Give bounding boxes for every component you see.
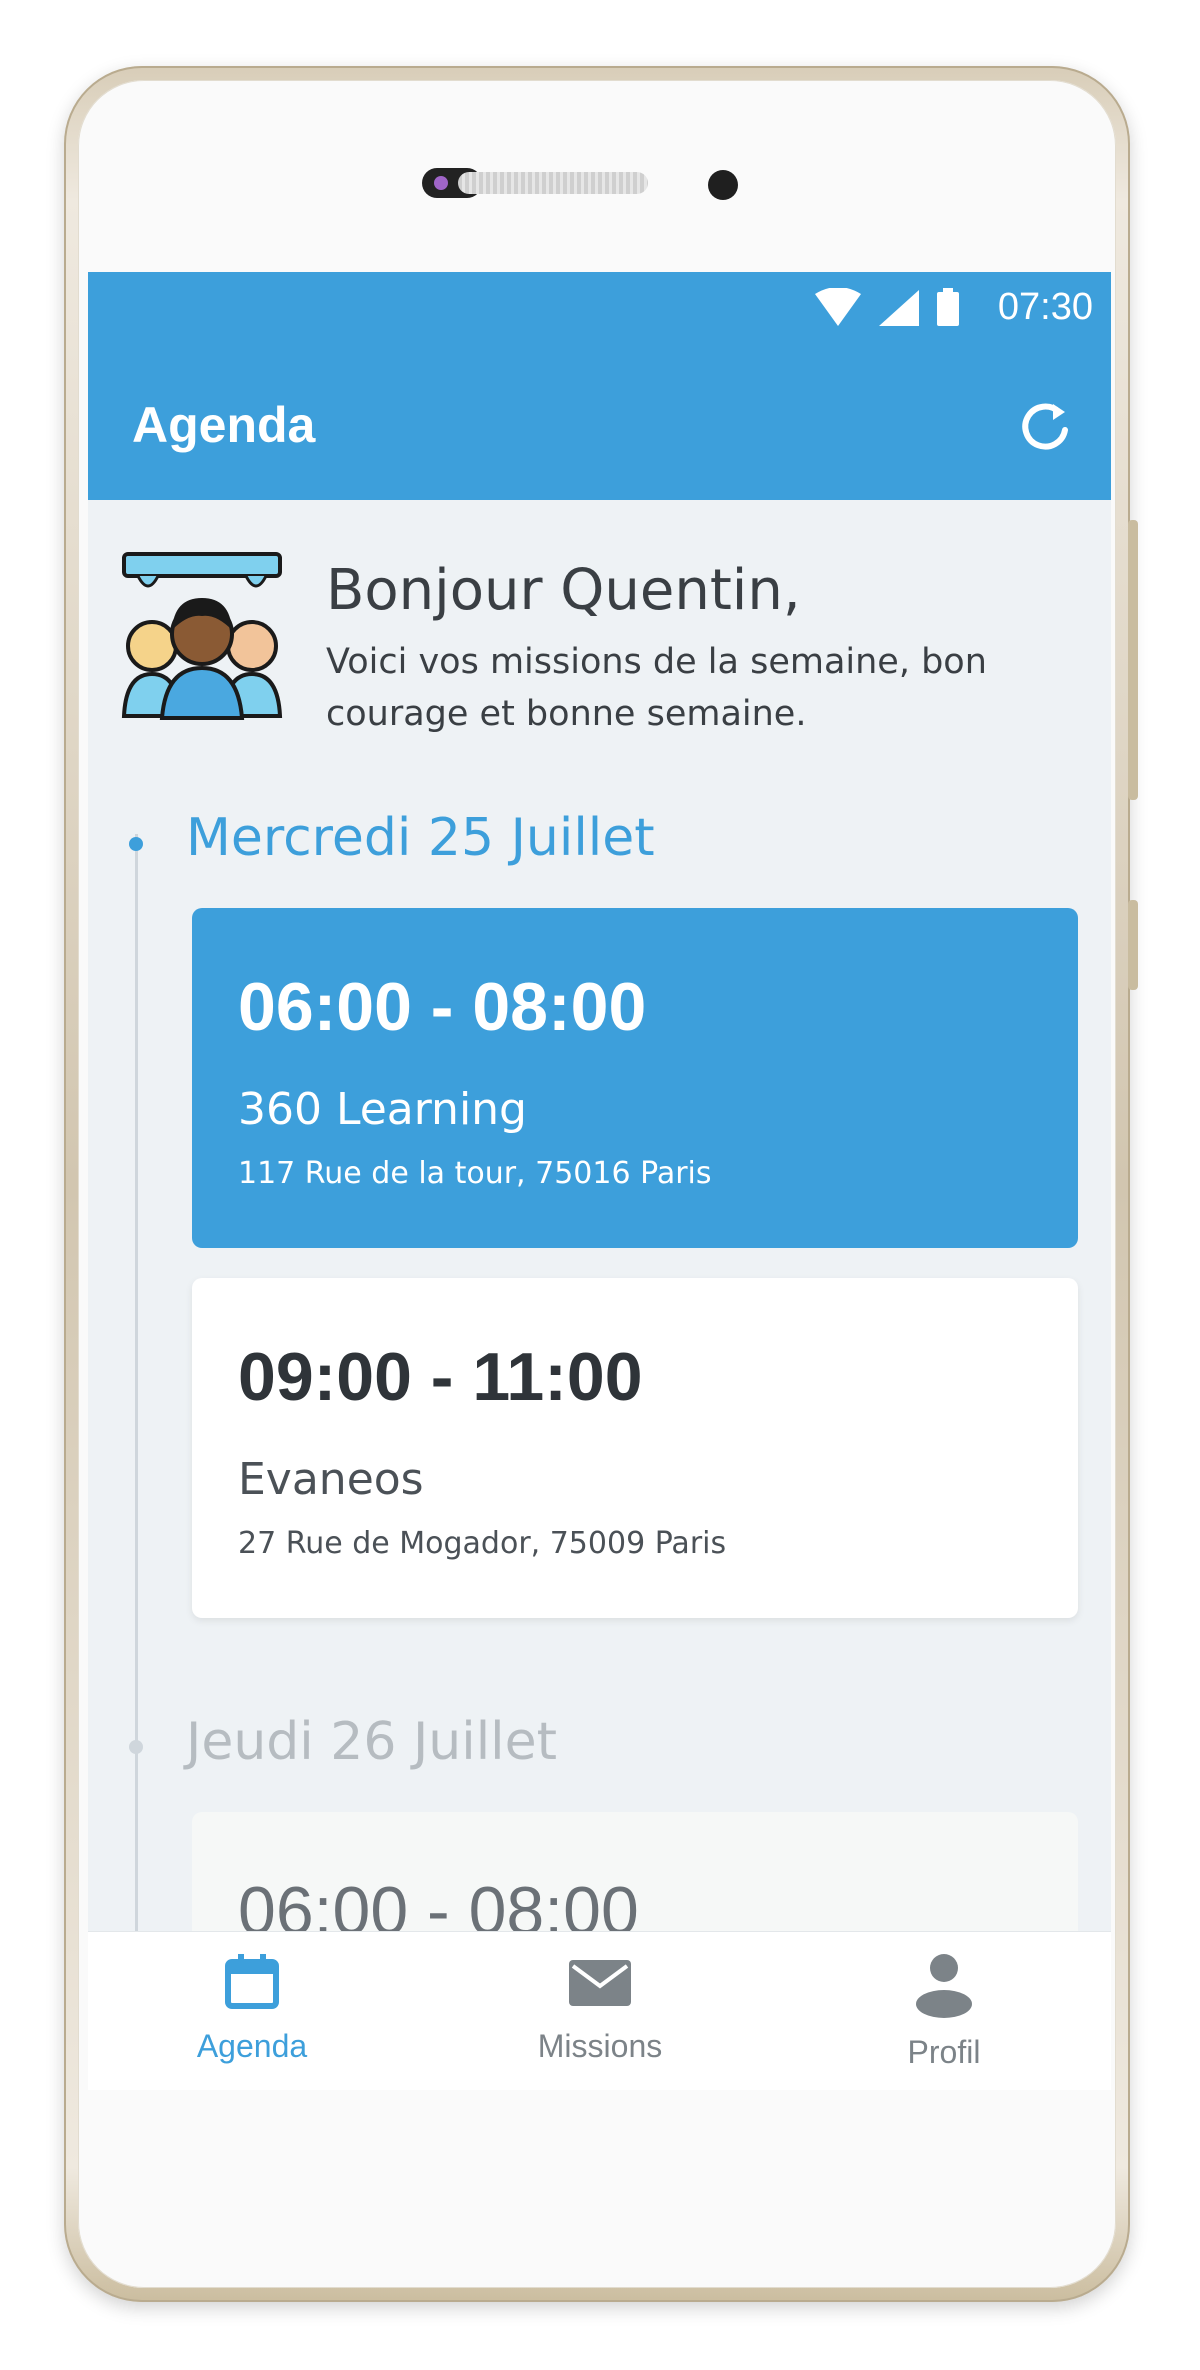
timeline-dot-active	[129, 837, 143, 851]
nav-item-agenda[interactable]: Agenda	[132, 1952, 372, 2065]
app-screen: 07:30 Agenda Bonjour Quentin, Voici vos …	[88, 272, 1111, 2090]
nav-label: Profil	[907, 2034, 981, 2070]
status-bar: 07:30	[88, 272, 1111, 350]
battery-icon	[937, 288, 959, 326]
status-time: 07:30	[997, 286, 1093, 328]
envelope-icon	[569, 1960, 631, 2006]
greeting-subtitle: Voici vos missions de la semaine, bon co…	[326, 642, 987, 734]
earpiece-speaker	[458, 172, 648, 194]
signal-icon	[879, 290, 919, 326]
mission-company: 360 Learning	[238, 1084, 527, 1135]
nav-label: Missions	[537, 2028, 663, 2064]
mission-time: 09:00 - 11:00	[238, 1339, 643, 1415]
timeline-line	[135, 834, 138, 2090]
day-label: Mercredi 25 Juillet	[186, 808, 655, 868]
nav-item-profil[interactable]: Profil	[824, 1952, 1064, 2071]
mission-card[interactable]: 09:00 - 11:00 Evaneos 27 Rue de Mogador,…	[192, 1278, 1078, 1618]
timeline-dot	[129, 1740, 143, 1754]
mission-time: 06:00 - 08:00	[238, 969, 647, 1045]
volume-button	[1128, 520, 1138, 800]
power-button	[1128, 900, 1138, 990]
app-title: Agenda	[132, 397, 316, 453]
greeting: Bonjour Quentin, Voici vos missions de l…	[118, 550, 1078, 740]
person-icon	[916, 1954, 972, 2018]
app-bar: Agenda	[88, 350, 1111, 500]
status-icons	[813, 288, 961, 328]
mission-address: 117 Rue de la tour, 75016 Paris	[238, 1156, 712, 1191]
wifi-icon	[815, 288, 861, 326]
greeting-title: Bonjour Quentin,	[326, 558, 801, 623]
bottom-navigation: Agenda Missions Profil	[88, 1931, 1111, 2090]
mission-company: Evaneos	[238, 1454, 424, 1505]
nav-item-missions[interactable]: Missions	[480, 1952, 720, 2065]
day-label: Jeudi 26 Juillet	[186, 1712, 557, 1772]
nav-label: Agenda	[196, 2028, 308, 2064]
mission-card[interactable]: 06:00 - 08:00 360 Learning 117 Rue de la…	[192, 908, 1078, 1248]
team-illustration-icon	[121, 552, 283, 720]
front-camera	[708, 170, 738, 200]
refresh-icon[interactable]	[1019, 400, 1075, 456]
calendar-icon	[225, 1954, 279, 2009]
mission-address: 27 Rue de Mogador, 75009 Paris	[238, 1526, 727, 1561]
